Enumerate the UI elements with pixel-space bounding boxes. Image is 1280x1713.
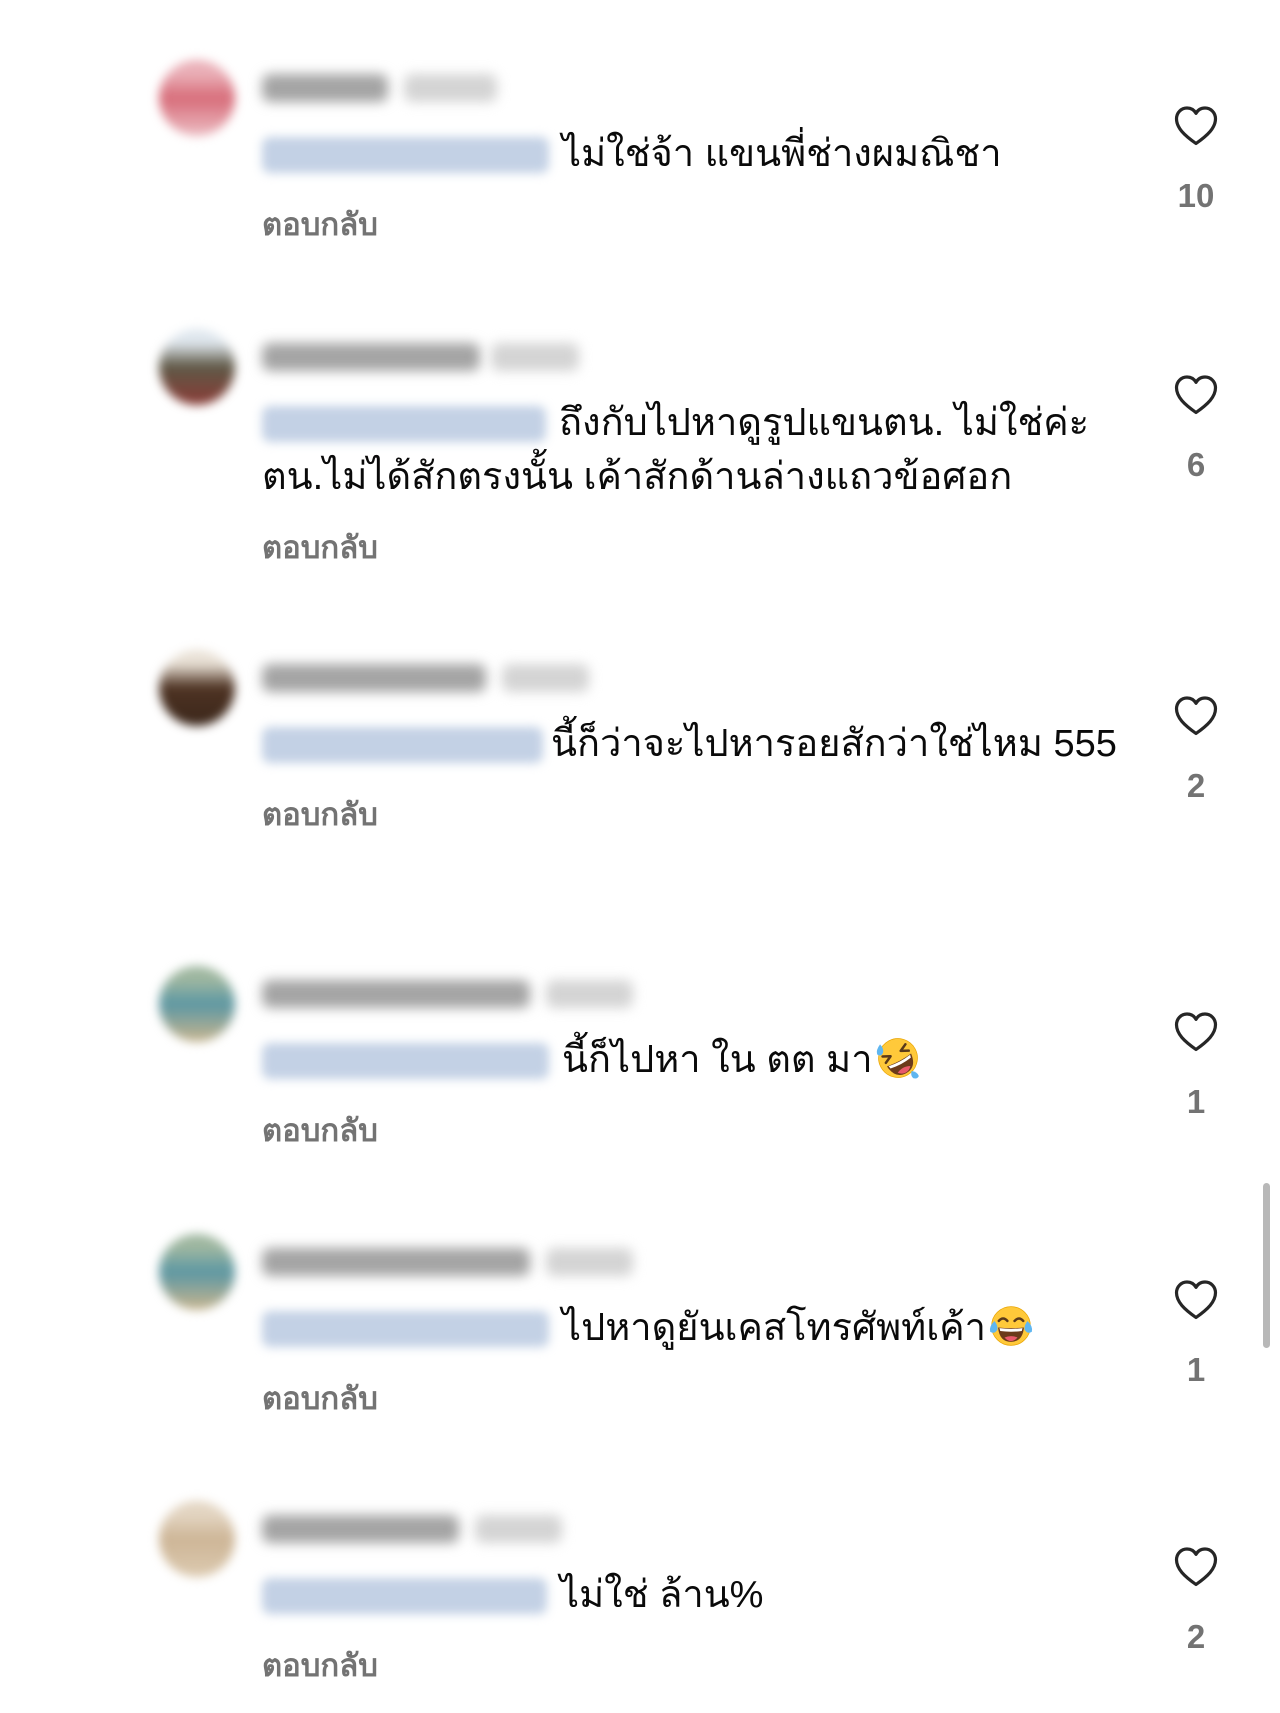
username[interactable]: [262, 664, 486, 692]
comment: นี้ก็ว่าจะไปหารอยสักว่าใช่ไหม 555 ตอบกลั…: [0, 650, 1280, 835]
comment-header: [262, 335, 862, 379]
comment-body: ถึงกับไปหาดูรูปแขนตน. ไม่ใช่ค่ะ ตน.ไม่ได…: [262, 396, 1125, 504]
avatar[interactable]: [159, 60, 235, 136]
reply-button[interactable]: ตอบกลับ: [262, 1646, 378, 1686]
comment-text: ไม่ใช่จ้า แขนพี่ช่างผมณิชา: [562, 133, 1002, 175]
mention-link[interactable]: [262, 1043, 549, 1079]
comment-timestamp: [546, 980, 633, 1008]
comment-header: [262, 972, 862, 1016]
mention-link[interactable]: [262, 1311, 549, 1347]
mention-link[interactable]: [262, 727, 543, 763]
reply-button[interactable]: ตอบกลับ: [262, 1379, 378, 1419]
avatar[interactable]: [159, 1234, 235, 1310]
heart-icon: [1174, 106, 1218, 146]
comment: ไปหาดูยันเคสโทรศัพท์เค้า ตอบกลับ 1: [0, 1234, 1280, 1419]
reply-button[interactable]: ตอบกลับ: [262, 528, 378, 568]
comment-body: ไปหาดูยันเคสโทรศัพท์เค้า: [262, 1301, 1125, 1355]
comment-header: [262, 66, 862, 110]
comment-body: ไม่ใช่จ้า แขนพี่ช่างผมณิชา: [262, 127, 1125, 181]
comment-text: นี้ก็ไปหา ใน ตต มา: [562, 1039, 873, 1081]
heart-icon: [1174, 1547, 1218, 1587]
heart-icon: [1174, 696, 1218, 736]
like-button[interactable]: [1172, 1543, 1220, 1591]
like-count: 1: [1186, 1083, 1206, 1120]
heart-icon: [1174, 375, 1218, 415]
face-with-tears-of-joy-emoji-icon: [988, 1303, 1034, 1349]
reply-button[interactable]: ตอบกลับ: [262, 205, 378, 245]
comment-body: นี้ก็ว่าจะไปหารอยสักว่าใช่ไหม 555: [262, 717, 1125, 771]
comment-body: นี้ก็ไปหา ใน ตต มา: [262, 1033, 1125, 1087]
like-button[interactable]: [1172, 1008, 1220, 1056]
avatar[interactable]: [159, 1501, 235, 1577]
comment-header: [262, 1507, 862, 1551]
comment-list: ไม่ใช่จ้า แขนพี่ช่างผมณิชา ตอบกลับ 10 ถึ…: [0, 0, 1280, 1713]
scrollbar[interactable]: [1263, 1183, 1270, 1348]
heart-icon: [1174, 1280, 1218, 1320]
like-button[interactable]: [1172, 692, 1220, 740]
comment-timestamp: [475, 1515, 562, 1543]
comment-text: ไม่ใช่ ล้าน%: [560, 1574, 764, 1616]
username[interactable]: [262, 343, 480, 371]
like-count: 2: [1186, 767, 1206, 804]
like-count: 10: [1177, 177, 1215, 214]
comment-header: [262, 656, 862, 700]
comment-body: ไม่ใช่ ล้าน%: [262, 1568, 1125, 1622]
like-count: 6: [1186, 446, 1206, 483]
like-button[interactable]: [1172, 371, 1220, 419]
mention-link[interactable]: [262, 137, 549, 173]
like-count: 2: [1186, 1618, 1206, 1655]
comment: ไม่ใช่จ้า แขนพี่ช่างผมณิชา ตอบกลับ 10: [0, 60, 1280, 245]
avatar[interactable]: [159, 966, 235, 1042]
like-button[interactable]: [1172, 1276, 1220, 1324]
heart-icon: [1174, 1012, 1218, 1052]
comment-timestamp: [491, 343, 579, 371]
comment-timestamp: [404, 74, 497, 102]
mention-link[interactable]: [262, 406, 546, 442]
like-button[interactable]: [1172, 102, 1220, 150]
comment-text: ไปหาดูยันเคสโทรศัพท์เค้า: [562, 1307, 986, 1349]
comment-timestamp: [546, 1248, 633, 1276]
avatar[interactable]: [159, 650, 235, 726]
username[interactable]: [262, 1515, 459, 1543]
reply-button[interactable]: ตอบกลับ: [262, 795, 378, 835]
reply-button[interactable]: ตอบกลับ: [262, 1111, 378, 1151]
comment-header: [262, 1240, 862, 1284]
comment-text: นี้ก็ว่าจะไปหารอยสักว่าใช่ไหม 555: [551, 723, 1117, 765]
comment: นี้ก็ไปหา ใน ตต มา ตอบกลับ 1: [0, 966, 1280, 1151]
rolling-on-the-floor-laughing-emoji-icon: [875, 1035, 921, 1081]
avatar[interactable]: [159, 329, 235, 405]
username[interactable]: [262, 1248, 530, 1276]
username[interactable]: [262, 980, 530, 1008]
comment: ถึงกับไปหาดูรูปแขนตน. ไม่ใช่ค่ะ ตน.ไม่ได…: [0, 329, 1280, 568]
like-count: 1: [1186, 1351, 1206, 1388]
mention-link[interactable]: [262, 1578, 547, 1614]
username[interactable]: [262, 74, 388, 102]
comment: ไม่ใช่ ล้าน% ตอบกลับ 2: [0, 1501, 1280, 1686]
comment-timestamp: [502, 664, 589, 692]
